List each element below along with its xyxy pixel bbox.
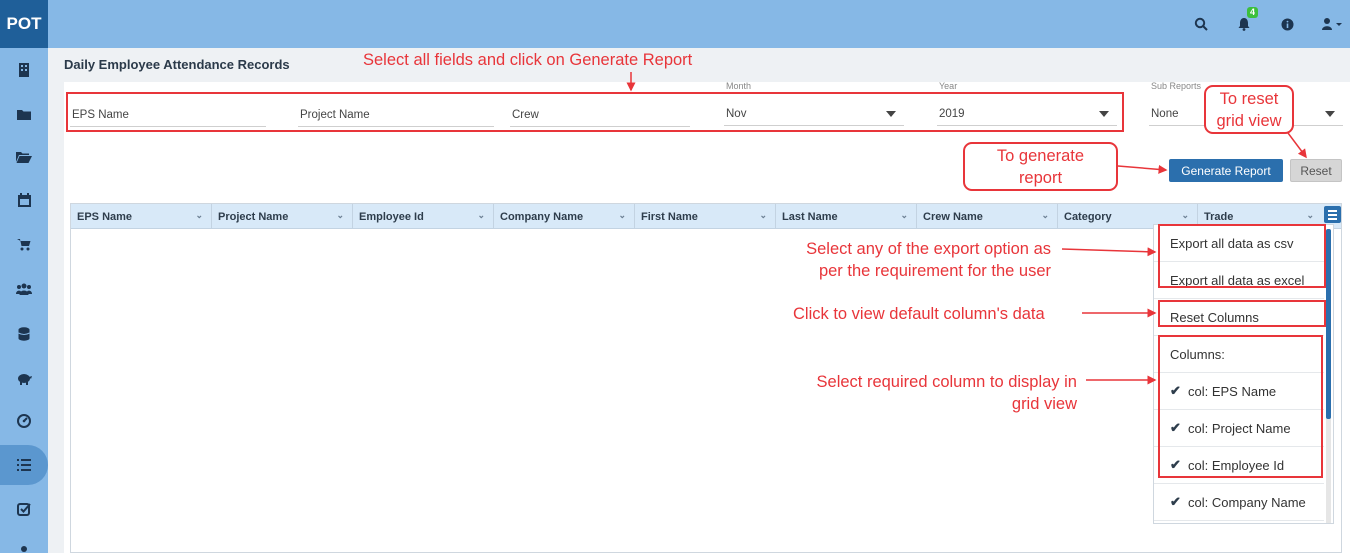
hamburger-icon <box>1328 210 1337 212</box>
chevron-down-icon[interactable]: ⌄ <box>195 210 203 221</box>
chevron-down-icon[interactable]: ⌄ <box>1181 210 1189 221</box>
calendar-icon[interactable] <box>0 180 48 220</box>
search-icon[interactable] <box>1191 14 1211 34</box>
filters-highlight-box <box>66 92 1124 132</box>
top-bar: POT 4 <box>0 0 1350 48</box>
annotation-select-fields: Select all fields and click on Generate … <box>363 51 693 69</box>
column-header-crew-name[interactable]: Crew Name ⌄ <box>917 204 1058 229</box>
export-options-highlight-box <box>1158 224 1326 288</box>
chevron-down-icon[interactable]: ⌄ <box>477 210 485 221</box>
sub-reports-label: Sub Reports <box>1151 81 1202 91</box>
month-label: Month <box>726 81 752 91</box>
attendance-grid: EPS Name ⌄ Project Name ⌄ Employee Id ⌄ Com… <box>70 203 1342 553</box>
annotation-export-line2: per the requirement for the user <box>818 262 1051 280</box>
column-header-last-name[interactable]: Last Name ⌄ <box>776 204 917 229</box>
building-icon[interactable] <box>0 50 48 90</box>
chevron-down-icon <box>1325 111 1335 117</box>
annotation-default-columns: Click to view default column's data <box>793 305 1045 323</box>
chevron-down-icon[interactable]: ⌄ <box>759 210 767 221</box>
column-menu-scrollbar[interactable] <box>1326 229 1331 523</box>
reset-columns-highlight-box <box>1158 300 1326 327</box>
sub-reports-value: None <box>1151 108 1179 120</box>
checkbox-icon[interactable] <box>0 489 48 529</box>
column-header-company-name[interactable]: Company Name ⌄ <box>494 204 635 229</box>
notification-badge: 4 <box>1246 7 1258 18</box>
reset-button[interactable]: Reset <box>1290 159 1342 182</box>
database-icon[interactable] <box>0 314 48 354</box>
sidebar <box>0 48 48 553</box>
folder-open-icon[interactable] <box>0 137 48 177</box>
scrollbar-thumb[interactable] <box>1326 229 1331 419</box>
year-label: Year <box>939 81 958 91</box>
column-header-employee-id[interactable]: Employee Id ⌄ <box>353 204 494 229</box>
bell-icon[interactable]: 4 <box>1234 7 1258 34</box>
column-header-project-name[interactable]: Project Name ⌄ <box>212 204 353 229</box>
cart-icon[interactable] <box>0 224 48 264</box>
chevron-down-icon[interactable]: ⌄ <box>1306 210 1314 221</box>
annotation-generate-bubble: To generate report <box>963 142 1118 191</box>
chevron-down-icon[interactable]: ⌄ <box>1041 210 1049 221</box>
grid-header: EPS Name ⌄ Project Name ⌄ Employee Id ⌄ Com… <box>71 204 1341 229</box>
annotation-select-columns-line2: grid view <box>1011 395 1077 413</box>
chevron-down-icon[interactable]: ⌄ <box>900 210 908 221</box>
person-icon[interactable] <box>0 533 48 553</box>
user-icon[interactable] <box>1318 14 1348 34</box>
list-icon[interactable] <box>0 445 48 485</box>
annotation-reset-bubble: To reset grid view <box>1204 85 1294 134</box>
dashboard-icon[interactable] <box>0 401 48 441</box>
users-icon[interactable] <box>0 269 48 309</box>
chevron-down-icon[interactable]: ⌄ <box>618 210 626 221</box>
app-logo[interactable]: POT <box>0 0 48 48</box>
columns-highlight-box <box>1158 335 1323 478</box>
info-icon[interactable] <box>1277 14 1297 34</box>
annotation-select-columns-line1: Select required column to display in <box>816 373 1077 391</box>
chevron-down-icon[interactable]: ⌄ <box>336 210 344 221</box>
piggy-bank-icon[interactable] <box>0 358 48 398</box>
generate-report-button[interactable]: Generate Report <box>1169 159 1283 182</box>
page-title: Daily Employee Attendance Records <box>64 57 290 72</box>
annotation-export-line1: Select any of the export option as <box>806 240 1051 258</box>
column-toggle-company-name[interactable]: ✔ col: Company Name <box>1154 484 1324 521</box>
grid-menu-button[interactable] <box>1324 206 1341 223</box>
column-header-first-name[interactable]: First Name ⌄ <box>635 204 776 229</box>
checkmark-icon: ✔ <box>1170 494 1181 509</box>
folder-icon[interactable] <box>0 94 48 134</box>
column-header-eps-name[interactable]: EPS Name ⌄ <box>71 204 212 229</box>
